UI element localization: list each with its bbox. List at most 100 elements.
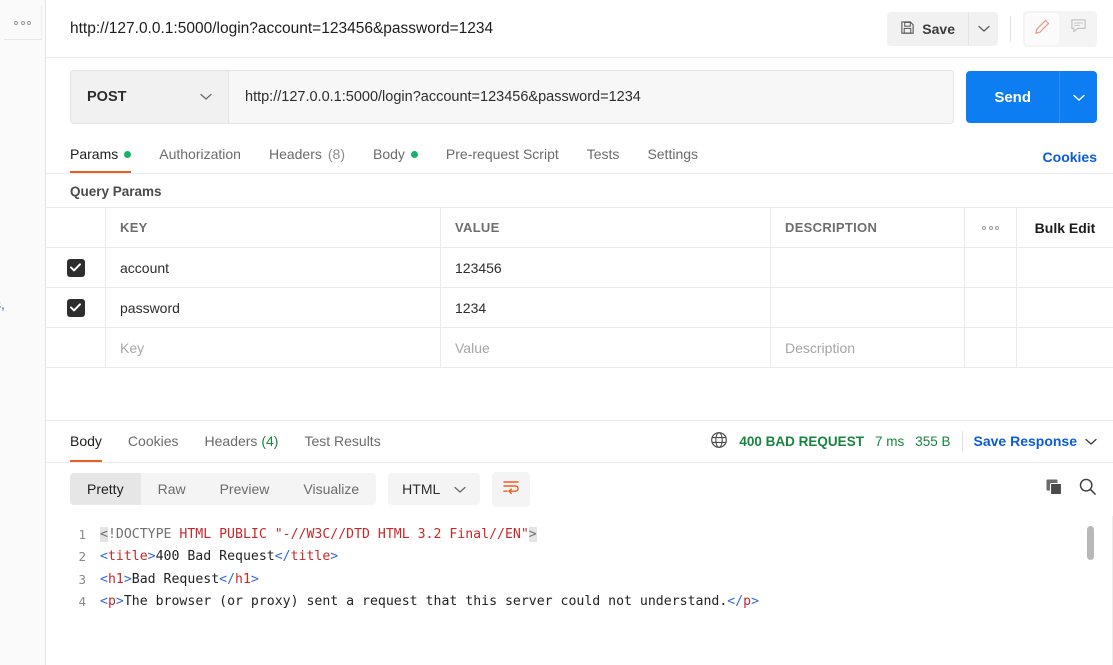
code-token: <: [100, 526, 108, 542]
code-token: p: [107, 594, 116, 609]
params-modified-dot-icon: [124, 150, 132, 158]
chevron-down-icon: [454, 481, 466, 497]
response-tab-body[interactable]: Body: [70, 420, 115, 462]
save-dropdown-button[interactable]: [968, 11, 998, 46]
request-tab-title: http://127.0.0.1:5000/login?account=1234…: [70, 19, 494, 37]
save-button[interactable]: Save: [887, 11, 968, 46]
response-tab-headers-count: (4): [261, 433, 279, 449]
code-line: 3 <h1>Bad Request</h1>: [46, 569, 1113, 592]
tab-tests-label: Tests: [586, 146, 620, 162]
http-method-select[interactable]: POST: [71, 71, 229, 123]
response-size: 355 B: [915, 433, 951, 449]
save-button-group: Save: [887, 11, 998, 46]
params-filler-area: [46, 368, 1113, 421]
response-tab-test-results-label: Test Results: [304, 433, 381, 449]
tab-headers[interactable]: Headers (8): [255, 135, 359, 173]
tab-settings[interactable]: Settings: [633, 135, 712, 173]
empty-row-key-input[interactable]: Key: [106, 328, 441, 367]
code-token: <: [100, 549, 108, 564]
code-token: </: [219, 571, 236, 587]
row-value[interactable]: 1234: [441, 288, 771, 327]
view-mode-pretty[interactable]: Pretty: [70, 473, 141, 505]
send-button[interactable]: Send: [966, 71, 1059, 123]
word-wrap-button[interactable]: [492, 471, 531, 507]
send-dropdown-button[interactable]: [1059, 71, 1097, 123]
comments-button[interactable]: [1061, 13, 1095, 45]
search-button[interactable]: [1078, 477, 1097, 501]
response-time: 7 ms: [874, 433, 905, 449]
response-tab-headers-label: Headers: [204, 433, 258, 449]
query-params-table: KEY VALUE DESCRIPTION Bulk Edit account …: [46, 207, 1113, 368]
row-description[interactable]: [771, 288, 965, 327]
code-line-text: <h1>Bad Request</h1>: [100, 569, 1113, 592]
code-token: >: [250, 571, 259, 587]
header-key: KEY: [106, 208, 441, 247]
bulk-edit-button[interactable]: Bulk Edit: [1017, 208, 1113, 247]
code-line: 2 <title>400 Bad Request</title>: [46, 546, 1113, 569]
save-button-label: Save: [922, 20, 955, 37]
response-tab-test-results[interactable]: Test Results: [291, 420, 393, 462]
chevron-down-icon: [200, 89, 212, 105]
code-token: The browser (or proxy) sent a request th…: [123, 594, 728, 609]
row-key[interactable]: password: [106, 288, 441, 327]
code-line-number: 2: [78, 549, 86, 564]
row-spacer-bulk: [1017, 288, 1113, 327]
tab-settings-label: Settings: [647, 146, 699, 162]
language-value: HTML: [402, 481, 441, 497]
row-checkbox[interactable]: [66, 298, 85, 317]
empty-row-value-input[interactable]: Value: [441, 328, 771, 367]
view-mode-segmented-control: Pretty Raw Preview Visualize: [70, 473, 377, 505]
response-format-toolbar: Pretty Raw Preview Visualize HTML: [46, 463, 1113, 516]
response-tab-body-label: Body: [70, 433, 102, 449]
view-mode-preview[interactable]: Preview: [203, 473, 287, 505]
code-token: h1: [235, 571, 251, 587]
tab-body-label: Body: [373, 146, 405, 162]
tab-tests[interactable]: Tests: [573, 135, 634, 173]
tab-pre-request-script[interactable]: Pre-request Script: [432, 135, 573, 173]
response-tabs: Body Cookies Headers (4) Test Results 40…: [46, 421, 1113, 463]
language-select[interactable]: HTML: [388, 473, 481, 505]
sidebar-more-button[interactable]: [4, 6, 42, 40]
copy-button[interactable]: [1044, 477, 1064, 502]
code-actions: [1044, 477, 1097, 502]
code-token: >: [528, 526, 537, 542]
body-modified-dot-icon: [410, 150, 418, 158]
response-body-code[interactable]: 1 <!DOCTYPE HTML PUBLIC "-//W3C//DTD HTML…: [46, 515, 1113, 665]
response-tab-headers[interactable]: Headers (4): [192, 420, 292, 462]
row-value[interactable]: 123456: [441, 248, 771, 287]
code-token: p: [743, 594, 752, 609]
response-status: 400 BAD REQUEST: [739, 433, 864, 449]
table-row: account 123456: [46, 248, 1113, 288]
tab-params[interactable]: Params: [70, 135, 145, 173]
code-line-number: 1: [78, 526, 86, 542]
more-horizontal-icon: [982, 225, 999, 230]
table-options-button[interactable]: [965, 208, 1017, 247]
save-response-button[interactable]: Save Response: [974, 433, 1098, 449]
code-token: </: [274, 549, 291, 564]
chevron-down-icon: [1085, 433, 1097, 449]
empty-row-description-input[interactable]: Description: [771, 328, 965, 367]
row-checkbox[interactable]: [66, 258, 85, 277]
url-input[interactable]: http://127.0.0.1:5000/login?account=1234…: [229, 71, 954, 123]
cookies-link[interactable]: Cookies: [1043, 149, 1097, 173]
request-tabs: Params Authorization Headers (8) Body Pr…: [46, 136, 1113, 174]
code-scrollbar-thumb[interactable]: [1087, 525, 1094, 560]
table-header-row: KEY VALUE DESCRIPTION Bulk Edit: [46, 208, 1113, 248]
tab-authorization[interactable]: Authorization: [145, 135, 255, 173]
tab-body[interactable]: Body: [359, 135, 432, 173]
chevron-down-icon: [977, 21, 990, 36]
row-key[interactable]: account: [106, 248, 441, 287]
empty-row-checkbox-cell[interactable]: [46, 328, 106, 367]
edit-request-button[interactable]: [1025, 12, 1059, 45]
row-description[interactable]: [771, 248, 965, 287]
main-panel: http://127.0.0.1:5000/login?account=1234…: [46, 0, 1113, 665]
response-tab-cookies[interactable]: Cookies: [115, 420, 192, 462]
topbar-icon-group: [1023, 10, 1097, 47]
copy-icon: [1044, 479, 1064, 501]
chevron-down-icon: [1072, 90, 1085, 105]
meta-divider: [961, 431, 963, 451]
view-mode-raw[interactable]: Raw: [141, 473, 203, 505]
code-token: <: [100, 571, 108, 587]
code-token: 400 Bad Request: [155, 549, 275, 564]
view-mode-visualize[interactable]: Visualize: [286, 473, 376, 505]
